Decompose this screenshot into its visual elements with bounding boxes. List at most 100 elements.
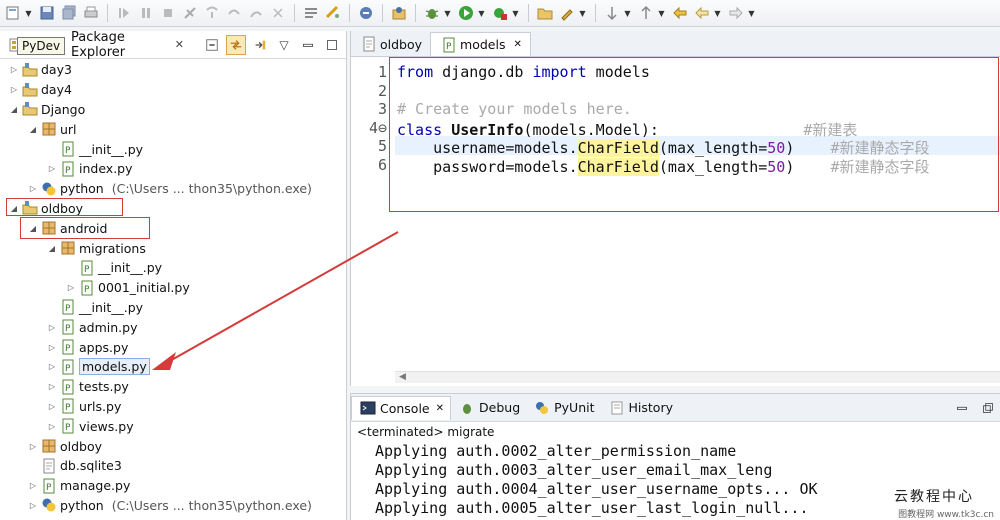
collapse-icon[interactable]: ◢ <box>27 123 39 135</box>
pen-dropdown-icon[interactable]: ▼ <box>578 3 587 24</box>
pydev-console-icon[interactable] <box>355 3 376 24</box>
debug-icon[interactable] <box>421 3 442 24</box>
tree-item-db-sqlite3[interactable]: db.sqlite3 <box>0 456 346 476</box>
tree-item--init-py[interactable]: P __init__.py <box>0 298 346 318</box>
code-line[interactable]: from django.db import models <box>397 63 650 81</box>
expand-icon[interactable]: ▷ <box>46 361 58 373</box>
expand-icon[interactable]: ▷ <box>46 420 58 432</box>
collapse-icon[interactable]: ◢ <box>46 242 58 254</box>
expand-icon[interactable]: ▷ <box>27 183 39 195</box>
tree-item-index-py[interactable]: ▷ Pindex.py <box>0 159 346 179</box>
maximize-icon[interactable] <box>322 35 342 55</box>
open-perspective-icon[interactable] <box>388 3 409 24</box>
code-line[interactable]: # Create your models here. <box>397 100 632 118</box>
external-tools-dropdown-icon[interactable]: ▼ <box>511 3 520 24</box>
tree-item-python[interactable]: ▷ python (C:\Users ... thon35\python.exe) <box>0 179 346 199</box>
tree-item-models-py[interactable]: ▷ Pmodels.py <box>0 357 346 377</box>
editor-tab-oldboy[interactable]: oldboy <box>351 32 430 56</box>
next-annotation-icon[interactable] <box>601 3 622 24</box>
save-icon[interactable] <box>36 3 57 24</box>
prev-annotation-dropdown-icon[interactable]: ▼ <box>657 3 666 24</box>
collapse-icon[interactable]: ◢ <box>8 202 20 214</box>
restore-icon[interactable] <box>980 400 996 416</box>
last-edit-icon[interactable] <box>669 3 690 24</box>
minimize-icon[interactable] <box>954 400 970 416</box>
run-dropdown-icon[interactable]: ▼ <box>477 3 486 24</box>
step-into-icon[interactable] <box>201 3 222 24</box>
tab-debug[interactable]: Debug <box>451 396 526 420</box>
terminate-icon[interactable] <box>157 3 178 24</box>
tree-item-url[interactable]: ◢ url <box>0 119 346 139</box>
close-icon[interactable]: ✕ <box>436 403 444 414</box>
expand-icon[interactable]: ▷ <box>27 499 39 511</box>
use-step-filters-icon[interactable] <box>300 3 321 24</box>
tree-item-urls-py[interactable]: ▷ Purls.py <box>0 397 346 417</box>
refactor-icon[interactable] <box>322 3 343 24</box>
tree-item-day3[interactable]: ▷ day3 <box>0 60 346 80</box>
print-icon[interactable] <box>80 3 101 24</box>
pen-icon[interactable] <box>556 3 577 24</box>
tree-item--init-py[interactable]: P __init__.py <box>0 258 346 278</box>
tree-item--init-py[interactable]: P __init__.py <box>0 139 346 159</box>
expand-icon[interactable]: ▷ <box>46 163 58 175</box>
tree-item-python[interactable]: ▷ python (C:\Users ... thon35\python.exe) <box>0 496 346 516</box>
drop-frame-icon[interactable] <box>267 3 288 24</box>
back-icon[interactable] <box>691 3 712 24</box>
collapse-icon[interactable]: ◢ <box>8 103 20 115</box>
close-icon[interactable]: ✕ <box>175 38 184 51</box>
suspend-icon[interactable] <box>135 3 156 24</box>
code-line[interactable]: password=models.CharField(max_length=50)… <box>397 156 930 177</box>
collapse-icon[interactable]: ◢ <box>27 222 39 234</box>
collapse-all-icon[interactable] <box>202 35 222 55</box>
new-dropdown-icon[interactable]: ▼ <box>24 3 33 24</box>
expand-icon[interactable]: ▷ <box>65 282 77 294</box>
link-with-editor-icon[interactable] <box>226 34 246 55</box>
tree-item-android[interactable]: ◢ android <box>0 218 346 238</box>
save-all-icon[interactable] <box>58 3 79 24</box>
next-annotation-dropdown-icon[interactable]: ▼ <box>623 3 632 24</box>
back-dropdown-icon[interactable]: ▼ <box>713 3 722 24</box>
expand-icon[interactable]: ▷ <box>8 84 20 96</box>
forward-dropdown-icon[interactable]: ▼ <box>747 3 756 24</box>
focus-icon[interactable] <box>250 35 270 55</box>
tree-item-0001-initial-py[interactable]: ▷ P 0001_initial.py <box>0 278 346 298</box>
view-menu-icon[interactable]: ▽ <box>274 35 294 55</box>
code-editor[interactable]: 1 from django.db import models 2 3 # Create … <box>351 57 1000 357</box>
expand-icon[interactable]: ▷ <box>27 480 39 492</box>
open-folder-icon[interactable] <box>534 3 555 24</box>
minimize-icon[interactable] <box>298 35 318 55</box>
tree-item-admin-py[interactable]: ▷ Padmin.py <box>0 317 346 337</box>
tree-item-apps-py[interactable]: ▷ Papps.py <box>0 337 346 357</box>
debug-dropdown-icon[interactable]: ▼ <box>443 3 452 24</box>
tree-item-manage-py[interactable]: ▷ Pmanage.py <box>0 476 346 496</box>
tab-pyunit[interactable]: PyUnit <box>526 396 600 420</box>
run-icon[interactable] <box>455 3 476 24</box>
tab-history[interactable]: History <box>601 396 679 420</box>
tree-item-oldboy[interactable]: ▷ oldboy <box>0 436 346 456</box>
scroll-left-icon[interactable]: ◀ <box>399 372 406 382</box>
horizontal-scrollbar[interactable]: ◀ <box>395 371 1000 383</box>
close-icon[interactable]: ✕ <box>513 39 521 50</box>
tree-item-migrations[interactable]: ◢ migrations <box>0 238 346 258</box>
expand-icon[interactable]: ▷ <box>8 64 20 76</box>
resume-icon[interactable] <box>113 3 134 24</box>
tree-item-views-py[interactable]: ▷ Pviews.py <box>0 416 346 436</box>
forward-icon[interactable] <box>725 3 746 24</box>
disconnect-icon[interactable] <box>179 3 200 24</box>
step-return-icon[interactable] <box>245 3 266 24</box>
expand-icon[interactable]: ▷ <box>46 400 58 412</box>
tree-item-django[interactable]: ◢ Django <box>0 100 346 120</box>
tree-item-day4[interactable]: ▷ day4 <box>0 80 346 100</box>
expand-icon[interactable]: ▷ <box>46 341 58 353</box>
expand-icon[interactable]: ▷ <box>46 381 58 393</box>
tab-console[interactable]: Console ✕ <box>351 395 452 420</box>
editor-tab-models[interactable]: Pmodels ✕ <box>430 32 531 56</box>
external-tools-icon[interactable] <box>489 3 510 24</box>
prev-annotation-icon[interactable] <box>635 3 656 24</box>
expand-icon[interactable]: ▷ <box>46 321 58 333</box>
tree-item-oldboy[interactable]: ◢ oldboy <box>0 199 346 219</box>
new-icon[interactable] <box>2 3 23 24</box>
step-over-icon[interactable] <box>223 3 244 24</box>
expand-icon[interactable]: ▷ <box>27 440 39 452</box>
tree-item-tests-py[interactable]: ▷ Ptests.py <box>0 377 346 397</box>
